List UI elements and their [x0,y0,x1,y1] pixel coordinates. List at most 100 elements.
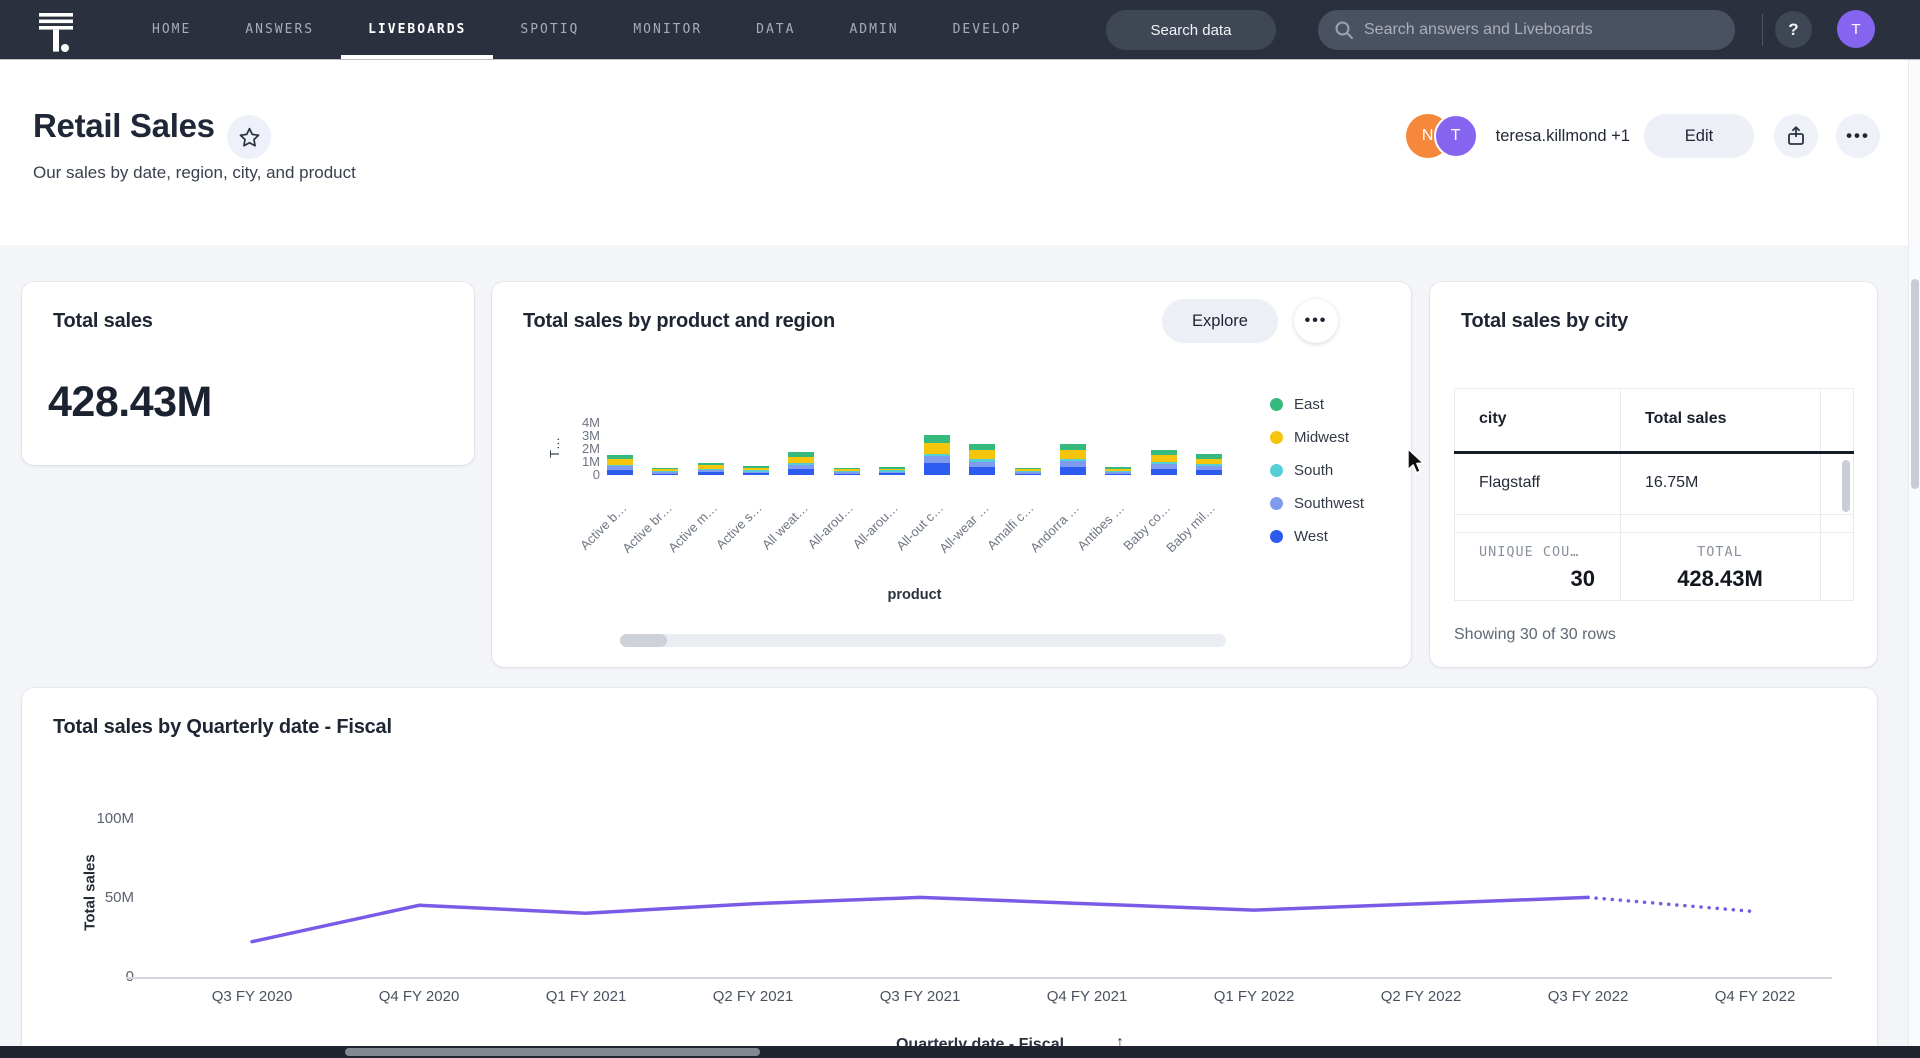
legend-item-east[interactable]: East [1270,394,1364,414]
bar-segment-west[interactable] [1015,474,1041,476]
cell-city-flagstaff[interactable]: Flagstaff [1479,474,1540,492]
bar-segment-west[interactable] [788,469,814,475]
bar-segment-west[interactable] [924,463,950,475]
bar-segment-west[interactable] [834,474,860,476]
bar-x-label-6[interactable]: All-arou… [804,500,855,551]
bar-segment-west[interactable] [879,473,905,475]
bar-5-all-weat-[interactable] [788,452,814,475]
owner-label[interactable]: teresa.killmond +1 [1496,127,1630,146]
bar-plot [492,410,1272,475]
bar-segment-west[interactable] [607,470,633,475]
bar-10-amalfi-c-[interactable] [1015,468,1041,476]
bar-2-active-br-[interactable] [652,468,678,476]
bar-6-all-arou-[interactable] [834,468,860,476]
line-x-label-q3-fy-2020: Q3 FY 2020 [167,988,337,1005]
table-header-underline [1454,451,1854,454]
bar-segment-west[interactable] [698,472,724,475]
table-scrollbar-thumb[interactable] [1842,460,1850,512]
column-header-total-sales[interactable]: Total sales [1645,410,1727,428]
vertical-scrollbar-thumb[interactable] [1911,279,1919,489]
bar-segment-west[interactable] [969,467,995,475]
legend-label-southwest: Southwest [1294,495,1364,512]
line-x-label-q3-fy-2022: Q3 FY 2022 [1503,988,1673,1005]
nav-item-data[interactable]: DATA [729,0,822,59]
cell-sales-flagstaff[interactable]: 16.75M [1645,474,1698,492]
page-subtitle: Our sales by date, region, city, and pro… [33,163,356,183]
sales-by-product-title: Total sales by product and region [523,310,835,333]
nav-item-answers[interactable]: ANSWERS [218,0,341,59]
legend-item-midwest[interactable]: Midwest [1270,427,1364,447]
share-button[interactable] [1774,114,1818,158]
bar-x-axis-title: product [607,587,1222,603]
bar-12-antibes-[interactable] [1105,467,1131,475]
star-icon [238,126,261,149]
bar-segment-west[interactable] [652,474,678,476]
explore-button[interactable]: Explore [1162,299,1278,343]
bar-9-all-wear-[interactable] [969,444,995,475]
bar-segment-west[interactable] [743,473,769,475]
line-x-label-q4-fy-2022: Q4 FY 2022 [1670,988,1840,1005]
help-button[interactable]: ? [1775,11,1812,48]
thoughtspot-logo-icon[interactable] [37,8,77,52]
vertical-page-scrollbar[interactable] [1908,59,1920,1058]
bar-x-label-5[interactable]: All weat… [759,500,811,552]
bar-segment-southwest[interactable] [924,456,950,463]
bar-segment-west[interactable] [1060,467,1086,475]
nav-item-develop[interactable]: DEVELOP [926,0,1049,59]
nav-item-spotiq[interactable]: SPOTIQ [493,0,606,59]
bar-card-more-button[interactable]: ••• [1294,299,1338,343]
search-data-button[interactable]: Search data [1106,10,1276,50]
line-x-label-q4-fy-2020: Q4 FY 2020 [334,988,504,1005]
user-avatar-button[interactable]: T [1837,10,1875,48]
top-nav-bar: HOMEANSWERSLIVEBOARDSSPOTIQMONITORDATAAD… [0,0,1920,59]
bar-segment-west[interactable] [1196,470,1222,475]
bar-8-all-out-c-[interactable] [924,435,950,475]
favorite-button[interactable] [227,115,271,159]
bar-13-baby-co-[interactable] [1151,450,1177,475]
column-header-city[interactable]: city [1479,410,1507,428]
bar-14-baby-mil-[interactable] [1196,454,1222,475]
table-row-count: Showing 30 of 30 rows [1454,626,1616,644]
bar-1-active-b-[interactable] [607,455,633,475]
legend-label-west: West [1294,528,1328,545]
global-search-input[interactable]: Search answers and Liveboards [1318,10,1735,50]
bar-segment-west[interactable] [1105,474,1131,476]
bar-segment-midwest[interactable] [969,450,995,458]
total-sales-card[interactable]: Total sales 428.43M [22,282,474,465]
bar-x-label-11[interactable]: Andorra … [1027,500,1082,555]
nav-item-admin[interactable]: ADMIN [822,0,925,59]
horizontal-scrollbar-thumb[interactable] [345,1048,760,1056]
legend-dot-midwest [1270,431,1283,444]
avatar-t[interactable]: T [1434,114,1478,158]
bar-segment-west[interactable] [1151,469,1177,476]
bar-x-label-7[interactable]: All-arou… [850,500,901,551]
table-border-left [1454,388,1455,601]
bar-11-andorra-[interactable] [1060,444,1086,475]
nav-item-liveboards[interactable]: LIVEBOARDS [341,0,493,59]
legend-item-west[interactable]: West [1270,526,1364,546]
nav-item-home[interactable]: HOME [125,0,218,59]
legend-label-south: South [1294,462,1333,479]
bar-chart-scrollbar[interactable] [620,634,1226,647]
bar-x-label-12[interactable]: Antibes … [1075,500,1128,553]
table-row-divider-2 [1454,532,1854,533]
bar-segment-midwest[interactable] [924,443,950,454]
nav-item-monitor[interactable]: MONITOR [606,0,729,59]
bar-segment-east[interactable] [924,435,950,443]
authors-group: N T teresa.killmond +1 [1406,114,1630,158]
bar-chart-scrollbar-thumb[interactable] [620,634,667,647]
bar-x-label-4[interactable]: Active s… [713,500,765,552]
bar-segment-midwest[interactable] [1060,450,1086,459]
legend-item-southwest[interactable]: Southwest [1270,493,1364,513]
line-series-solid [252,897,1588,941]
legend-label-east: East [1294,396,1324,413]
region-legend: East Midwest South Southwest West [1270,394,1364,559]
horizontal-page-scrollbar[interactable] [0,1046,1920,1058]
bar-7-all-arou-[interactable] [879,467,905,475]
bar-4-active-s-[interactable] [743,466,769,475]
header-more-button[interactable]: ••• [1836,114,1880,158]
edit-button[interactable]: Edit [1644,114,1754,158]
bar-segment-midwest[interactable] [1151,455,1177,462]
legend-item-south[interactable]: South [1270,460,1364,480]
bar-3-active-m-[interactable] [698,463,724,475]
